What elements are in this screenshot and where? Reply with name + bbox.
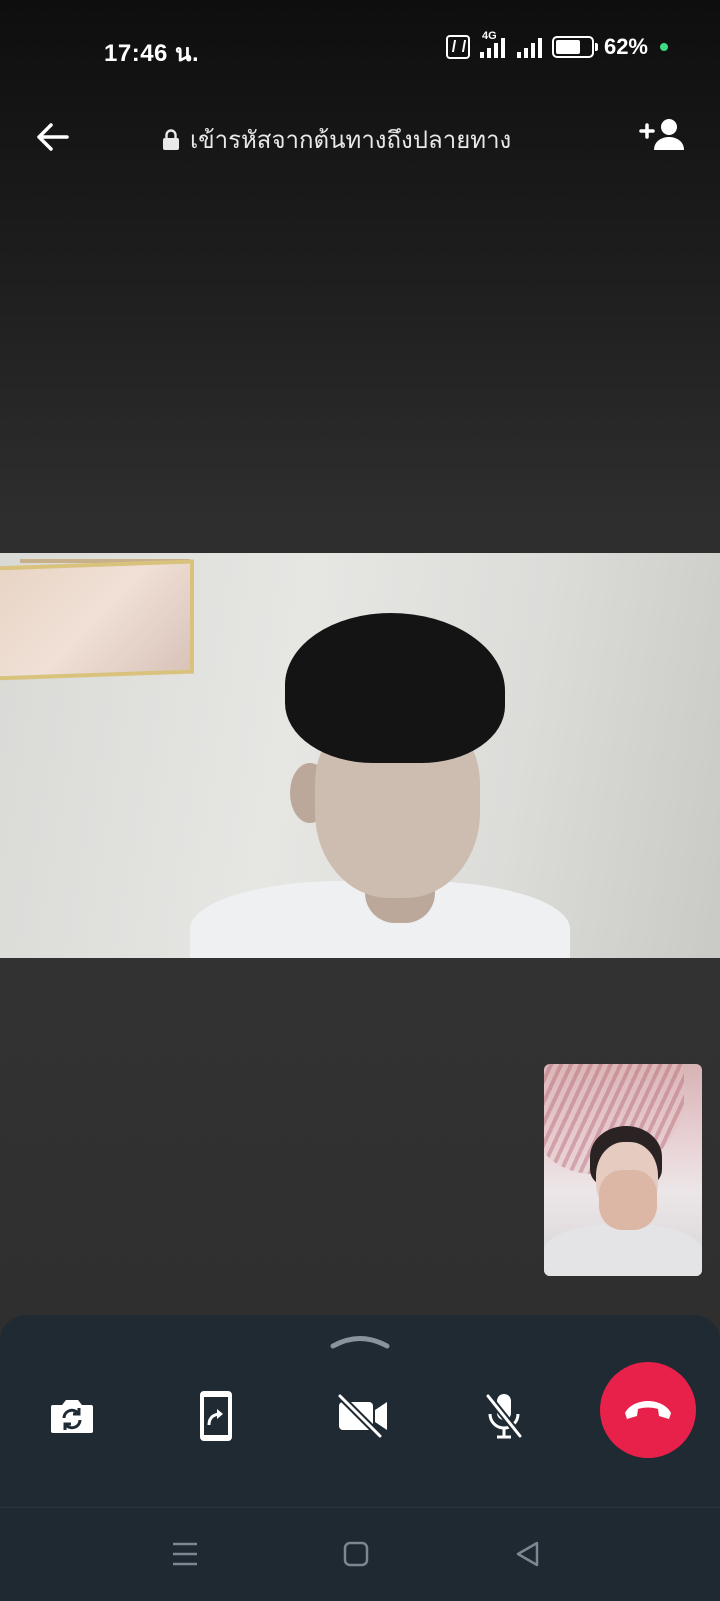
add-participant-button[interactable] [636,112,690,158]
back-triangle-icon [516,1541,539,1567]
lock-icon [163,128,179,150]
home-icon [343,1541,369,1567]
switch-camera-icon [51,1400,93,1433]
back-button[interactable] [30,115,74,159]
video-off-icon [337,1394,387,1438]
status-bar: 17:46 น. 4G 62% [0,0,720,96]
signal-icon: 4G [479,30,542,58]
mute-button[interactable] [469,1381,539,1451]
add-participant-icon [639,119,684,150]
call-controls-tray [0,1315,720,1507]
nav-back-button[interactable] [506,1534,550,1574]
home-button[interactable] [334,1534,378,1574]
video-toggle-button[interactable] [327,1381,397,1451]
recents-button[interactable] [163,1534,207,1574]
encryption-title: เข้ารหัสจากต้นทางถึงปลายทาง [190,126,512,154]
status-time: 17:46 น. [104,40,200,67]
end-call-icon [625,1401,671,1419]
battery-icon [551,36,598,58]
remote-participant [190,613,570,958]
battery-percent: 62% [603,34,648,59]
encryption-label: เข้ารหัสจากต้นทางถึงปลายทาง [162,120,511,159]
remote-video-feed[interactable] [0,553,720,958]
nfc-icon [445,35,470,59]
call-header: เข้ารหัสจากต้นทางถึงปลายทาง [0,100,720,170]
screen-share-icon [200,1391,232,1441]
status-icons: 4G 62% [445,30,668,60]
end-call-button[interactable] [600,1362,696,1458]
switch-camera-button[interactable] [37,1381,107,1451]
mic-off-icon [485,1393,523,1439]
self-video-preview[interactable] [544,1064,702,1276]
back-arrow-icon [37,123,69,151]
chevron-up-icon [330,1336,390,1349]
screen-share-button[interactable] [181,1381,251,1451]
wall-picture [0,559,194,681]
expand-controls-handle[interactable] [329,1331,391,1351]
privacy-indicator-dot [660,43,668,51]
recents-menu-icon [173,1542,197,1566]
network-type: 4G [481,30,497,42]
system-nav-bar [0,1507,720,1601]
